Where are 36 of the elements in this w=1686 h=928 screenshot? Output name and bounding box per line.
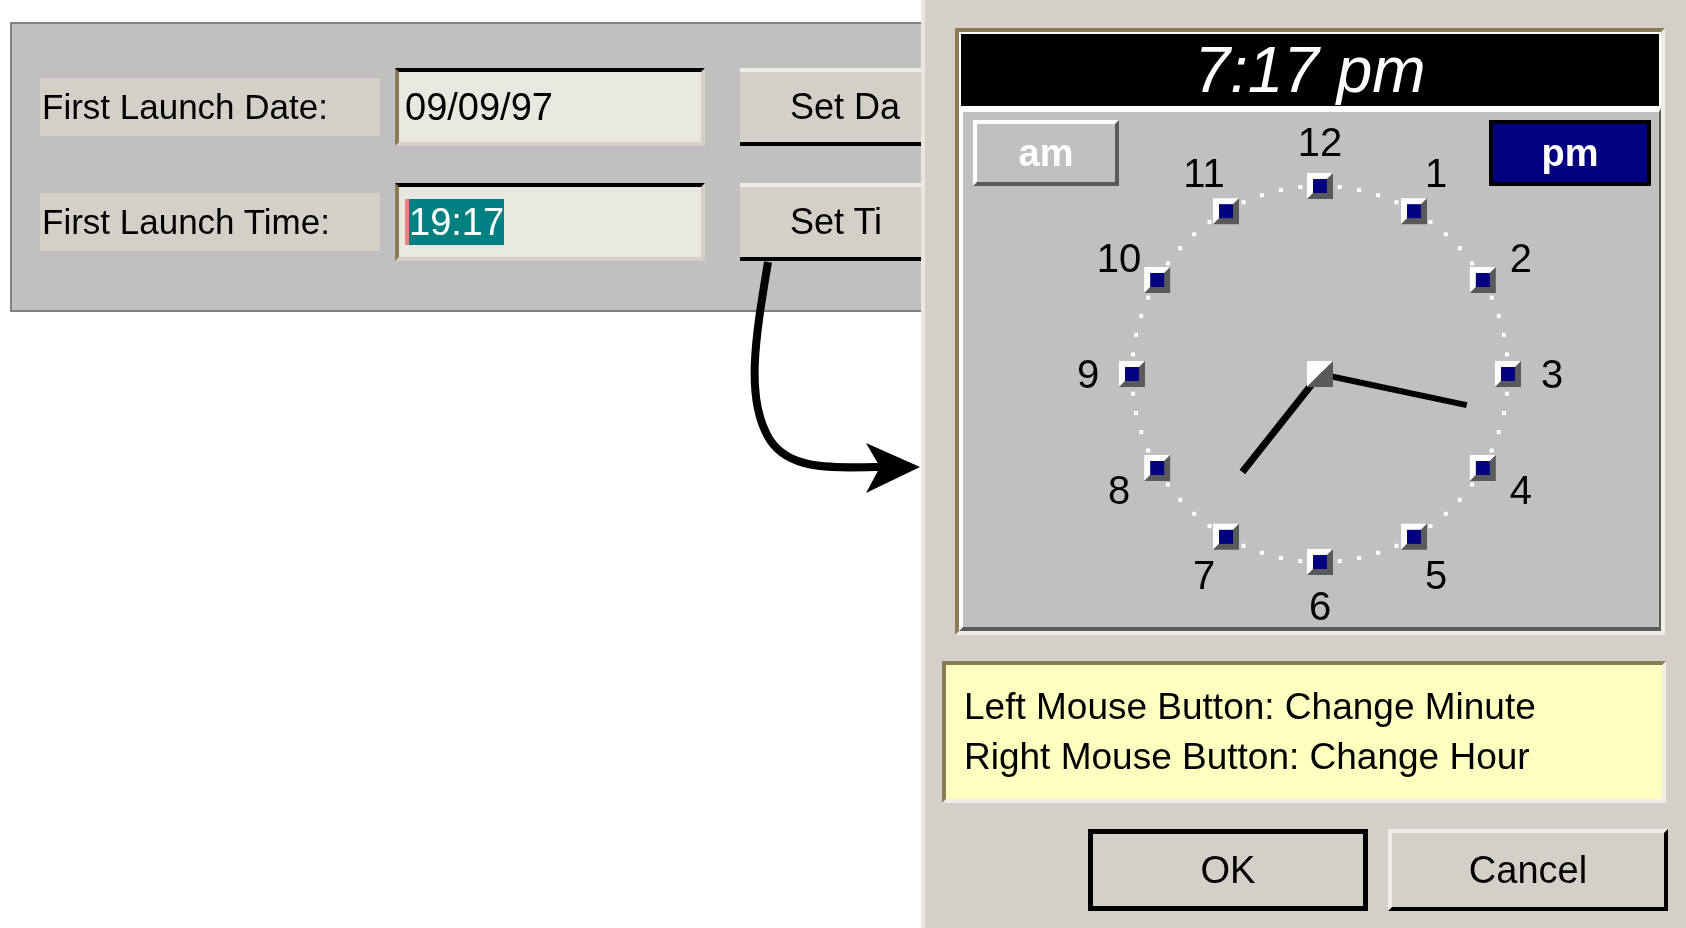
text-field[interactable]: 19:17 xyxy=(395,183,705,261)
hour-marker[interactable] xyxy=(1307,549,1333,575)
hint-text: Left Mouse Button: Change Minute xyxy=(964,685,1537,729)
clock-number: 10 xyxy=(1096,236,1142,280)
hour-marker[interactable] xyxy=(1213,523,1239,550)
clock-number: 3 xyxy=(1540,352,1564,396)
hour-marker[interactable] xyxy=(1144,455,1171,481)
hour-marker[interactable] xyxy=(1119,361,1145,387)
clock-number: 2 xyxy=(1509,236,1533,280)
clock-number: 8 xyxy=(1107,468,1131,512)
hour-marker[interactable] xyxy=(1307,173,1333,199)
set-button[interactable]: Set Ti xyxy=(740,183,921,261)
hour-marker[interactable] xyxy=(1401,523,1427,550)
hour-marker[interactable] xyxy=(1144,267,1171,293)
clock-number: 11 xyxy=(1183,151,1225,196)
time-display: 7:17 pm xyxy=(959,32,1661,108)
set-button[interactable]: Set Da xyxy=(740,68,921,146)
hour-marker[interactable] xyxy=(1469,455,1496,481)
field-label: First Launch Date: xyxy=(40,78,380,136)
clock-number: 7 xyxy=(1192,552,1216,597)
clock-number: 5 xyxy=(1424,552,1448,597)
dialog-button[interactable]: OK xyxy=(1088,829,1368,911)
clock-number: 9 xyxy=(1076,352,1100,396)
hour-marker[interactable] xyxy=(1469,267,1496,293)
dialog-button[interactable]: Cancel xyxy=(1388,829,1668,911)
hour-marker[interactable] xyxy=(1495,361,1521,387)
hint-text: Right Mouse Button: Change Hour xyxy=(964,735,1531,779)
hour-marker[interactable] xyxy=(1401,198,1427,225)
text-field[interactable]: 09/09/97 xyxy=(395,68,705,146)
clock-number: 6 xyxy=(1308,584,1332,627)
hour-marker[interactable] xyxy=(1213,198,1239,225)
field-label: First Launch Time: xyxy=(40,193,380,251)
clock-number: 12 xyxy=(1297,120,1343,164)
clock-number: 4 xyxy=(1509,468,1533,512)
period-toggle[interactable]: pm xyxy=(1489,120,1651,186)
clock-number: 1 xyxy=(1424,151,1448,196)
